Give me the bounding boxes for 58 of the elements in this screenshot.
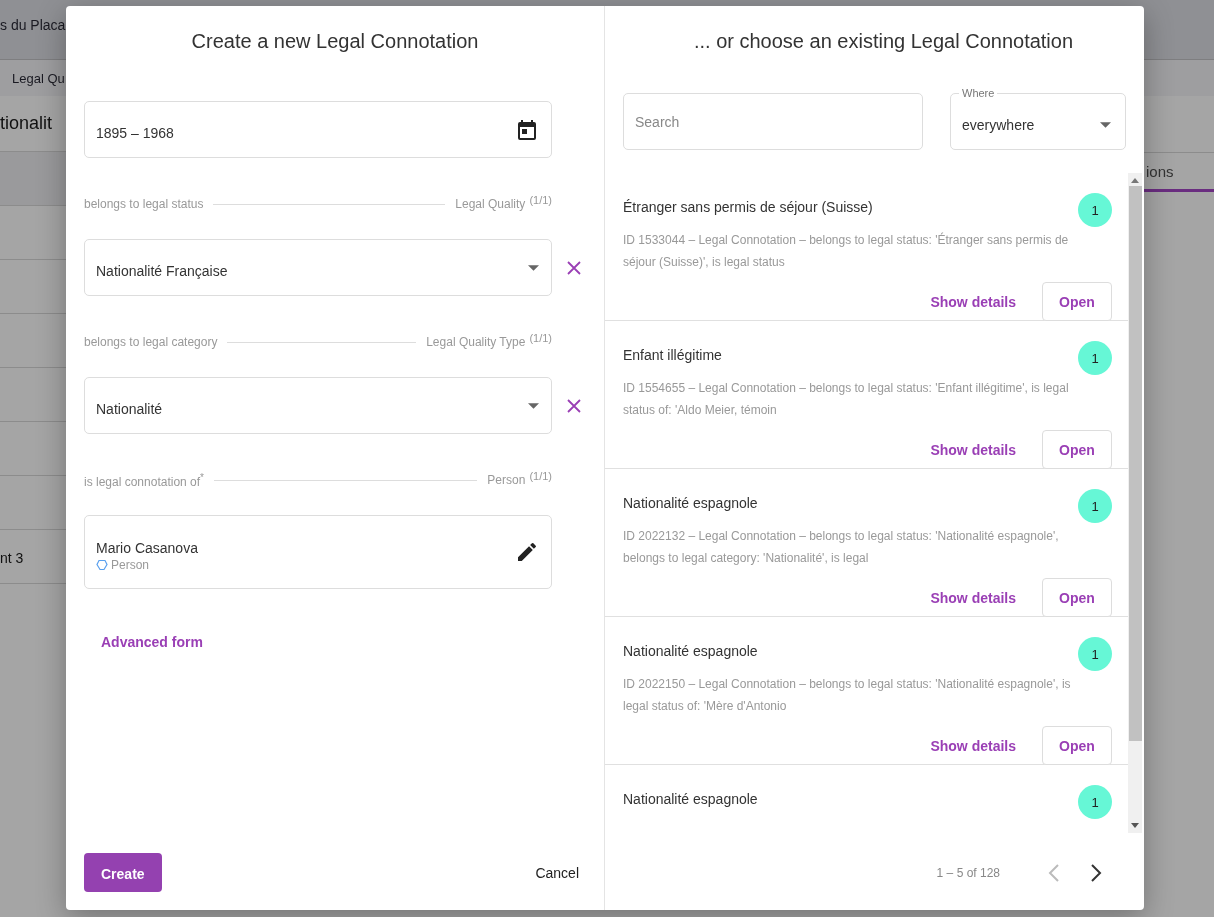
open-button[interactable]: Open — [1042, 430, 1112, 469]
entity-icon — [96, 559, 108, 571]
tab[interactable]: Legal Qu — [12, 70, 65, 86]
count-badge: 1 — [1078, 785, 1112, 819]
caret-icon — [1100, 121, 1111, 128]
next-page-icon[interactable] — [1090, 863, 1102, 883]
show-details-button[interactable]: Show details — [930, 729, 1016, 762]
show-details-button[interactable]: Show details — [930, 581, 1016, 614]
search-field[interactable]: Search — [623, 93, 923, 150]
field-count: (1/1) — [529, 194, 552, 206]
result-description: ID 1533044 – Legal Connotation – belongs to legal status: 'Étranger sans permis de séjour (Suisse)', is legal status — [623, 231, 1070, 271]
scroll-up-icon[interactable] — [1131, 178, 1139, 183]
close-icon[interactable] — [567, 398, 581, 413]
result-title: Nationalité espagnole — [623, 494, 758, 511]
date-field[interactable]: 1895 – 1968 — [84, 101, 552, 158]
caret-icon — [528, 264, 539, 271]
entity-type: Person — [111, 558, 150, 572]
show-details-button[interactable]: Show details — [930, 433, 1016, 466]
open-button[interactable]: Open — [1042, 282, 1112, 321]
field-label: is legal connotation of$^{*}$ — [84, 471, 204, 489]
select-field[interactable]: Nationalité Française — [84, 239, 552, 296]
field-type: Legal Quality Type — [426, 335, 526, 349]
field-type: Person — [487, 473, 526, 487]
field-label: belongs to legal category — [84, 335, 218, 349]
open-button[interactable]: Open — [1042, 578, 1112, 617]
count-badge: 1 — [1078, 341, 1112, 375]
create-button[interactable]: Create — [84, 853, 162, 892]
cancel-button[interactable]: Cancel — [535, 856, 579, 889]
count-badge: 1 — [1078, 489, 1112, 523]
close-icon[interactable] — [567, 260, 581, 275]
field-count: (1/1) — [529, 470, 552, 482]
calendar-icon[interactable] — [515, 117, 539, 142]
field-count: (1/1) — [529, 332, 552, 344]
row-text: nt 3 — [0, 550, 24, 566]
show-details-button[interactable]: Show details — [930, 285, 1016, 318]
result-title: Nationalité espagnole — [623, 790, 758, 807]
result-description: ID 2022132 – Legal Connotation – belongs to legal status: 'Nationalité espagnole', belongs to legal category: 'Nationalité', is legal — [623, 528, 1060, 567]
caret-icon — [528, 402, 539, 409]
result-title: Étranger sans permis de séjour (Suisse) — [623, 198, 873, 215]
page-title: s du Placa — [0, 16, 66, 35]
result-description: ID 1554655 – Legal Connotation – belongs to legal status: 'Enfant illégitime', is legal status of: 'Aldo Meier, témoin — [623, 380, 1070, 419]
scroll-down-icon[interactable] — [1131, 823, 1139, 828]
count-badge: 1 — [1078, 637, 1112, 671]
count-badge: 1 — [1078, 193, 1112, 227]
advanced-form-link[interactable]: Advanced form — [101, 634, 203, 650]
field-label: belongs to legal status — [84, 197, 204, 211]
entity-field[interactable]: Mario Casanova Person — [84, 515, 552, 589]
open-button[interactable]: Open — [1042, 726, 1112, 765]
page-range: 1 – 5 of 128 — [936, 866, 1000, 880]
scrollbar[interactable] — [1128, 173, 1142, 833]
field-type: Legal Quality — [455, 197, 526, 211]
result-title: Nationalité espagnole — [623, 642, 758, 659]
result-description: ID 2022150 – Legal Connotation – belongs to legal status: 'Nationalité espagnole', is legal status of: 'Mère d'Antonio — [623, 676, 1072, 715]
pencil-icon[interactable] — [515, 540, 539, 564]
result-title: Enfant illégitime — [623, 346, 722, 363]
select-field[interactable]: Nationalité — [84, 377, 552, 434]
dialog-title: Create a new Legal Connotation — [190, 30, 480, 54]
dialog-title: ... or choose an existing Legal Connotation — [692, 30, 1075, 54]
